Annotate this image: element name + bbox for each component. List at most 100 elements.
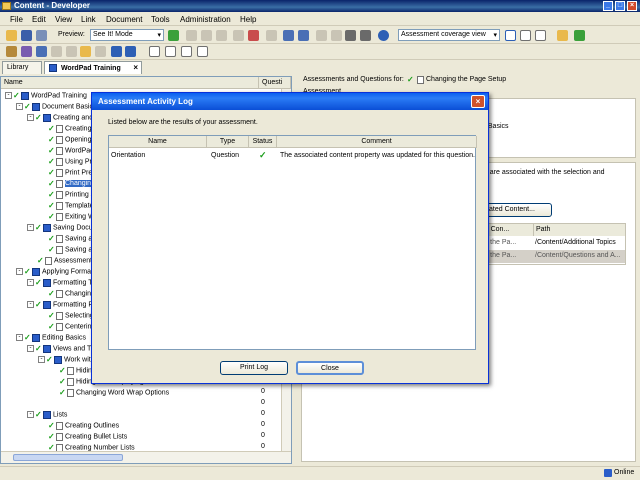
tree-item[interactable]: ✓ Centering bbox=[38, 322, 95, 333]
menu-tools[interactable]: Tools bbox=[151, 15, 170, 24]
layout3-icon[interactable] bbox=[535, 30, 546, 41]
properties-icon[interactable] bbox=[266, 30, 277, 41]
menu-file[interactable]: File bbox=[10, 15, 23, 24]
tree-item[interactable]: ✓ Creating Bullet Lists bbox=[38, 432, 127, 443]
tree-item[interactable]: ✓ Creating Outlines bbox=[38, 421, 119, 432]
tree-item[interactable]: - ✓ Editing Basics bbox=[16, 333, 86, 344]
expand-collapse-icon[interactable]: - bbox=[16, 334, 23, 341]
expand-collapse-icon[interactable]: - bbox=[16, 268, 23, 275]
col-comment[interactable]: Comment bbox=[277, 136, 477, 148]
move-down-icon[interactable] bbox=[125, 46, 136, 57]
tree-item[interactable]: ✓ Hidin bbox=[49, 366, 92, 377]
find-icon[interactable] bbox=[248, 30, 259, 41]
expand-collapse-icon[interactable]: - bbox=[27, 224, 34, 231]
revert-icon[interactable] bbox=[197, 46, 208, 57]
col-name-header[interactable]: Name bbox=[1, 77, 259, 89]
page-props-icon[interactable] bbox=[149, 46, 160, 57]
related-col-2[interactable]: Path bbox=[533, 224, 625, 236]
close-window-button[interactable]: × bbox=[627, 1, 637, 11]
tree-item[interactable]: ✓ Opening bbox=[38, 135, 91, 146]
menu-edit[interactable]: Edit bbox=[32, 15, 46, 24]
check-out-icon[interactable] bbox=[181, 46, 192, 57]
close-button[interactable]: Close bbox=[296, 361, 364, 375]
tree-item[interactable]: ✓ Assessment bbox=[27, 256, 92, 267]
tree-item[interactable]: ✓ Using Pri bbox=[38, 157, 93, 168]
menu-help[interactable]: Help bbox=[240, 15, 256, 24]
expand-collapse-icon[interactable]: - bbox=[27, 301, 34, 308]
close-tab-icon[interactable]: × bbox=[133, 63, 138, 72]
menu-administration[interactable]: Administration bbox=[180, 15, 231, 24]
save-icon[interactable] bbox=[21, 30, 32, 41]
tree-item[interactable]: - ✓ Lists bbox=[27, 410, 67, 421]
tree-item[interactable]: ✓ Exiting W bbox=[38, 212, 95, 223]
expand-collapse-icon[interactable]: - bbox=[27, 411, 34, 418]
col-type[interactable]: Type bbox=[207, 136, 249, 148]
tree-item[interactable]: ✓ Saving a bbox=[38, 234, 92, 245]
paste-icon[interactable] bbox=[216, 30, 227, 41]
tree-item[interactable]: - ✓ Applying Formatt bbox=[16, 267, 95, 278]
expand-collapse-icon[interactable]: - bbox=[27, 114, 34, 121]
tree-item[interactable]: ✓ Creating bbox=[38, 124, 91, 135]
check-in-icon[interactable] bbox=[165, 46, 176, 57]
indent-icon[interactable] bbox=[316, 30, 327, 41]
new-page-icon[interactable] bbox=[51, 46, 62, 57]
menu-link[interactable]: Link bbox=[81, 15, 96, 24]
new-question-icon[interactable] bbox=[66, 46, 77, 57]
record-icon[interactable] bbox=[95, 46, 106, 57]
tree-item[interactable]: - ✓ Views and Tr bbox=[27, 344, 93, 355]
tree-item[interactable]: - ✓ Formatting P bbox=[27, 300, 93, 311]
expand-collapse-icon[interactable]: - bbox=[27, 279, 34, 286]
table-row[interactable]: ging the Pa... /Content/Questions and A.… bbox=[473, 250, 625, 263]
maximize-button[interactable]: □ bbox=[615, 1, 625, 11]
save-all-icon[interactable] bbox=[36, 30, 47, 41]
delete-icon[interactable] bbox=[233, 30, 244, 41]
tree-item[interactable]: ✓ Template bbox=[38, 201, 93, 212]
expand-collapse-icon[interactable]: - bbox=[16, 103, 23, 110]
tree-item[interactable]: - ✓ Saving Docu bbox=[27, 223, 93, 234]
spell-icon[interactable] bbox=[345, 30, 356, 41]
refresh-icon[interactable] bbox=[574, 30, 585, 41]
tab-library[interactable]: Library bbox=[2, 61, 42, 74]
menu-view[interactable]: View bbox=[55, 15, 72, 24]
export-icon[interactable] bbox=[557, 30, 568, 41]
layout-icon[interactable] bbox=[505, 30, 516, 41]
view-select[interactable]: Assessment coverage view ▾ bbox=[398, 29, 500, 41]
tree-item[interactable]: ✓ WordPad bbox=[38, 146, 94, 157]
filter-icon[interactable] bbox=[360, 30, 371, 41]
dialog-close-icon[interactable]: × bbox=[471, 95, 485, 108]
tree-item[interactable]: ✓ Changing bbox=[38, 289, 95, 300]
tree-item[interactable]: ✓ Printing a bbox=[38, 190, 95, 201]
cut-icon[interactable] bbox=[186, 30, 197, 41]
tree-item[interactable]: - ✓ Formatting T bbox=[27, 278, 93, 289]
expand-collapse-icon[interactable]: - bbox=[27, 345, 34, 352]
link-icon[interactable] bbox=[80, 46, 91, 57]
print-log-button[interactable]: Print Log bbox=[220, 361, 288, 375]
help-icon[interactable] bbox=[378, 30, 389, 41]
open-icon[interactable] bbox=[6, 30, 17, 41]
move-up-icon[interactable] bbox=[111, 46, 122, 57]
copy-icon[interactable] bbox=[201, 30, 212, 41]
tree-item[interactable]: ✓ Changing Word Wrap Options bbox=[49, 388, 169, 399]
tree-item[interactable]: - ✓ Work with bbox=[38, 355, 95, 366]
tree-item[interactable]: ✓ Selecting bbox=[38, 311, 94, 322]
outdent-icon[interactable] bbox=[331, 30, 342, 41]
layout2-icon[interactable] bbox=[520, 30, 531, 41]
undo-icon[interactable] bbox=[283, 30, 294, 41]
expand-collapse-icon[interactable]: - bbox=[38, 356, 45, 363]
tree-item[interactable]: ✓ Changing bbox=[38, 179, 95, 190]
minimize-button[interactable]: _ bbox=[603, 1, 613, 11]
hscroll-thumb[interactable] bbox=[13, 454, 123, 461]
new-section-icon[interactable] bbox=[21, 46, 32, 57]
expand-collapse-icon[interactable]: - bbox=[5, 92, 12, 99]
col-questions-header[interactable]: Questi bbox=[259, 77, 291, 89]
tree-item[interactable]: ✓ Saving a bbox=[38, 245, 92, 256]
new-book-icon[interactable] bbox=[6, 46, 17, 57]
redo-icon[interactable] bbox=[298, 30, 309, 41]
table-row[interactable]: Orientation Question ✓ The associated co… bbox=[109, 150, 475, 161]
tree-item[interactable]: - ✓ Creating and bbox=[27, 113, 93, 124]
col-status[interactable]: Status bbox=[249, 136, 277, 148]
tree-hscrollbar[interactable] bbox=[1, 451, 291, 463]
tree-item[interactable]: ✓ Print Pre bbox=[38, 168, 92, 179]
preview-mode-select[interactable]: See It! Mode ▾ bbox=[90, 29, 164, 41]
tree-item[interactable]: - ✓ Document Basics bbox=[16, 102, 96, 113]
